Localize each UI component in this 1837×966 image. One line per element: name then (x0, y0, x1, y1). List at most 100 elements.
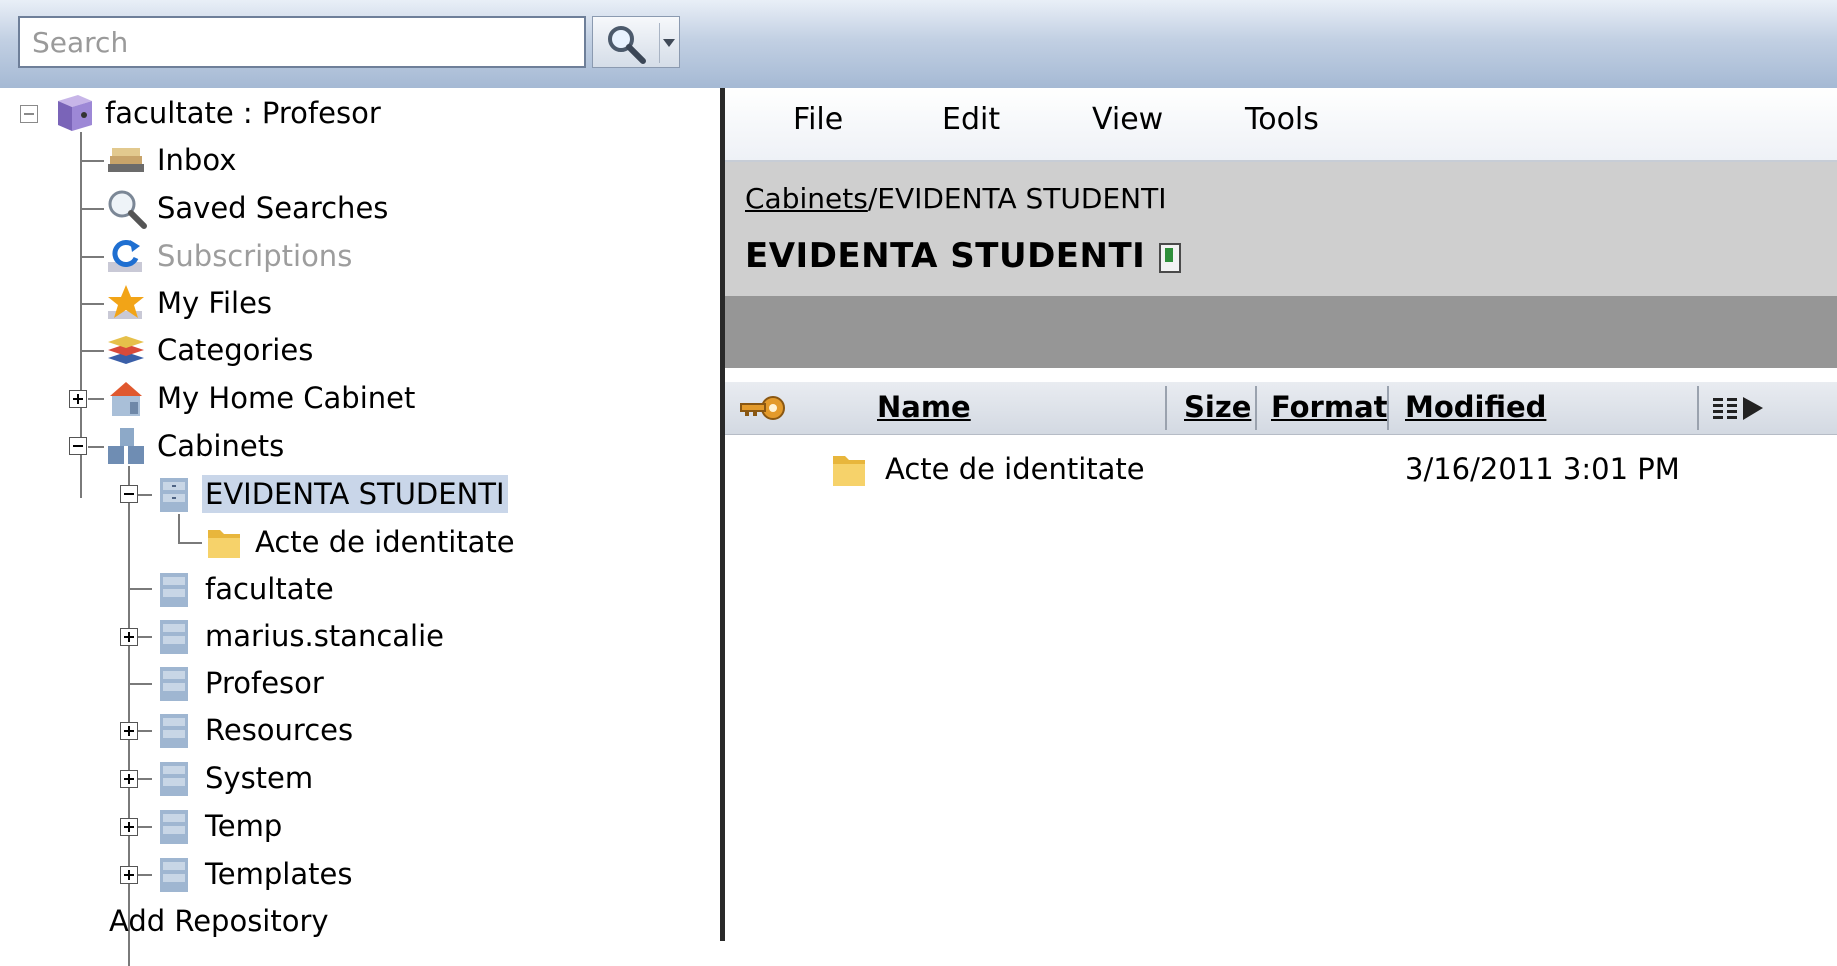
magnifier-icon (104, 186, 148, 230)
tree-connector (138, 494, 152, 496)
menu-edit[interactable]: Edit (942, 102, 1000, 137)
lock-key-icon (740, 396, 785, 420)
tree-connector (80, 303, 104, 305)
tree-item-label: Cabinets (157, 429, 285, 463)
categories-stack-icon (104, 328, 148, 372)
search-options-dropdown-icon[interactable] (663, 39, 675, 47)
breadcrumb-cabinets-link[interactable]: Cabinets (745, 182, 868, 215)
column-chooser-icon[interactable] (1711, 394, 1787, 424)
expand-resources-toggle[interactable] (120, 722, 138, 740)
expand-templates-toggle[interactable] (120, 866, 138, 884)
tree-cabinet-marius-stancalie[interactable]: marius.stancalie (152, 614, 447, 658)
search-button[interactable] (592, 16, 680, 68)
expand-marius-stancalie-toggle[interactable] (120, 628, 138, 646)
repository-icon (52, 91, 96, 135)
tree-item-my-home-cabinet[interactable]: My Home Cabinet (104, 376, 418, 420)
tree-connector (138, 636, 152, 638)
navigation-tree: facultate : Profesor Inbox Saved Searche… (0, 88, 720, 966)
cabinet-icon (152, 708, 196, 752)
page-title-wrap: EVIDENTA STUDENTI (745, 236, 1182, 276)
menu-bar: File Edit View Tools (725, 88, 1837, 162)
tree-item-cabinets[interactable]: Cabinets (104, 424, 287, 468)
tree-folder-acte-de-identitate[interactable]: Acte de identitate (202, 520, 518, 564)
bookmark-icon[interactable] (1159, 242, 1182, 273)
collapse-evidenta-studenti-toggle[interactable] (120, 485, 138, 503)
search-input[interactable] (18, 16, 586, 68)
tree-item-label: marius.stancalie (205, 619, 445, 653)
menu-tools[interactable]: Tools (1245, 102, 1319, 137)
breadcrumb-separator: / (867, 182, 878, 215)
add-repository-link[interactable]: Add Repository (106, 899, 332, 943)
cabinets-group-icon (104, 424, 148, 468)
tree-root-label: facultate : Profesor (105, 96, 381, 130)
top-toolbar (0, 0, 1837, 88)
cabinet-icon (152, 804, 196, 848)
menu-file[interactable]: File (793, 102, 843, 137)
subscription-refresh-icon (104, 234, 148, 278)
cabinet-icon (152, 756, 196, 800)
tree-item-label: facultate (205, 572, 334, 606)
tree-connector (88, 446, 104, 448)
column-divider[interactable] (1165, 386, 1167, 430)
collapse-cabinets-toggle[interactable] (69, 437, 87, 455)
cabinet-icon (152, 661, 196, 705)
tree-connector (128, 466, 130, 966)
home-cabinet-icon (104, 376, 148, 420)
tree-connector (80, 160, 104, 162)
tree-item-label: Saved Searches (157, 191, 389, 225)
tree-cabinet-temp[interactable]: Temp (152, 804, 285, 848)
tree-item-inbox[interactable]: Inbox (104, 138, 239, 182)
page-title: EVIDENTA STUDENTI (745, 236, 1146, 276)
tree-connector (128, 588, 152, 590)
tree-connector (80, 256, 104, 258)
tree-item-label: Templates (205, 857, 353, 891)
star-icon (104, 281, 148, 325)
collapse-root-toggle[interactable] (20, 105, 38, 123)
tree-item-label: Subscriptions (157, 239, 353, 273)
column-divider[interactable] (1697, 386, 1699, 430)
magnifier-icon (608, 26, 646, 64)
tree-cabinet-resources[interactable]: Resources (152, 708, 356, 752)
tree-cabinet-evidenta-studenti[interactable]: EVIDENTA STUDENTI (152, 472, 508, 516)
add-repository-label: Add Repository (109, 904, 329, 938)
menu-view[interactable]: View (1092, 102, 1163, 137)
tree-item-label: My Home Cabinet (157, 381, 416, 415)
cabinet-icon (152, 567, 196, 611)
column-modified[interactable]: Modified (1405, 390, 1546, 424)
tree-cabinet-facultate[interactable]: facultate (152, 567, 337, 611)
column-divider[interactable] (1255, 386, 1257, 430)
tree-item-subscriptions[interactable]: Subscriptions (104, 234, 355, 278)
column-name[interactable]: Name (877, 390, 971, 424)
cabinet-icon (152, 472, 196, 516)
tree-cabinet-profesor[interactable]: Profesor (152, 661, 327, 705)
column-divider[interactable] (1387, 386, 1389, 430)
expand-system-toggle[interactable] (120, 770, 138, 788)
tree-connector (178, 514, 180, 542)
toolbar-band (725, 296, 1837, 368)
expand-temp-toggle[interactable] (120, 818, 138, 836)
tree-connector (128, 683, 152, 685)
tree-cabinet-templates[interactable]: Templates (152, 852, 355, 896)
expand-my-home-cabinet-toggle[interactable] (69, 390, 87, 408)
tree-connector (138, 874, 152, 876)
inbox-icon (104, 138, 148, 182)
column-format[interactable]: Format (1271, 390, 1388, 424)
tree-root-repository[interactable]: facultate : Profesor (52, 91, 384, 135)
table-row[interactable]: Acte de identitate 3/16/2011 3:01 PM (725, 444, 1837, 496)
tree-cabinet-system[interactable]: System (152, 756, 316, 800)
tree-item-label: System (205, 761, 314, 795)
tree-item-label: My Files (157, 286, 273, 320)
tree-item-categories[interactable]: Categories (104, 328, 316, 372)
tree-item-my-files[interactable]: My Files (104, 281, 275, 325)
folder-icon (202, 520, 246, 564)
list-column-header: Name Size Format Modified (725, 382, 1837, 435)
tree-connector (138, 826, 152, 828)
cabinet-icon (152, 852, 196, 896)
tree-item-label: EVIDENTA STUDENTI (202, 475, 508, 513)
breadcrumb: Cabinets/EVIDENTA STUDENTI (745, 182, 1166, 215)
tree-item-label: Acte de identitate (255, 525, 515, 559)
cell-name[interactable]: Acte de identitate (885, 452, 1145, 486)
tree-item-label: Temp (205, 809, 283, 843)
tree-item-saved-searches[interactable]: Saved Searches (104, 186, 391, 230)
column-size[interactable]: Size (1184, 390, 1251, 424)
